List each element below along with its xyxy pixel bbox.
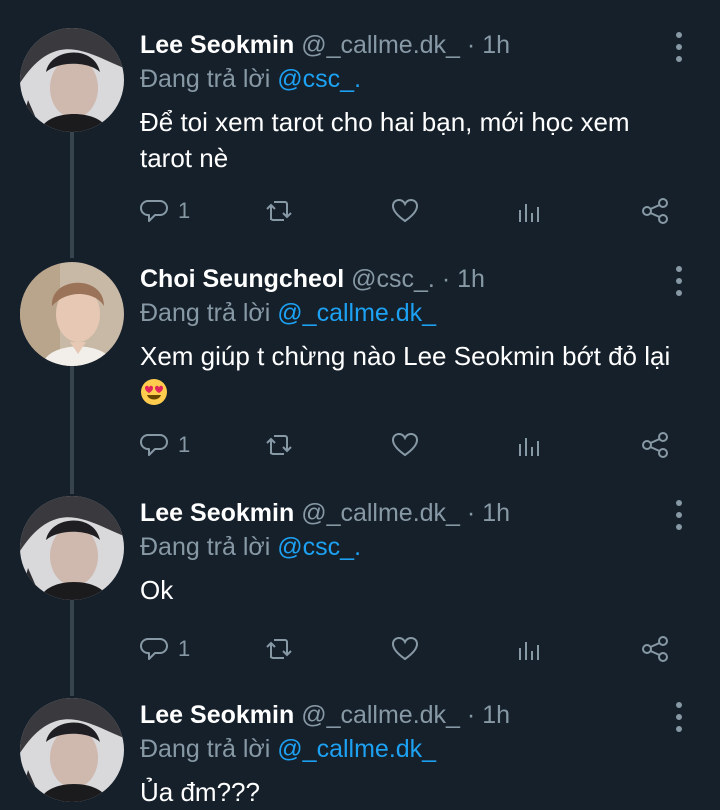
thread-line [70, 132, 74, 258]
more-options-icon[interactable] [672, 32, 686, 62]
mention-link[interactable]: @_callme.dk_ [277, 299, 436, 327]
display-name[interactable]: Lee Seokmin [140, 499, 294, 527]
thread-line [70, 366, 74, 494]
like-icon [391, 198, 419, 223]
tweet-text: Xem giúp t chừng nào Lee Seokmin bớt đỏ … [140, 338, 680, 410]
mention-link[interactable]: @_callme.dk_ [277, 735, 436, 763]
share-icon [642, 432, 668, 458]
replying-to-label: Đang trả lời [140, 735, 271, 763]
tweet-header: Lee Seokmin @_callme.dk_ · 1h [140, 30, 660, 60]
username[interactable]: @_callme.dk_ [301, 701, 460, 729]
retweet-button[interactable] [264, 632, 294, 666]
username[interactable]: @csc_. [351, 265, 435, 293]
replying-to: Đang trả lời @csc_. [140, 64, 361, 94]
analytics-icon [519, 204, 539, 222]
analytics-button[interactable] [515, 428, 545, 462]
more-options-icon[interactable] [672, 702, 686, 732]
retweet-button[interactable] [264, 428, 294, 462]
replying-to-label: Đang trả lời [140, 533, 271, 561]
display-name[interactable]: Lee Seokmin [140, 701, 294, 729]
replying-to: Đang trả lời @_callme.dk_ [140, 734, 436, 764]
heart-eyes-emoji-icon [141, 379, 167, 405]
username[interactable]: @_callme.dk_ [301, 31, 460, 59]
share-icon [642, 198, 668, 224]
retweet-icon [266, 639, 292, 659]
tweet-header: Choi Seungcheol @csc_. · 1h [140, 264, 660, 294]
analytics-icon [519, 438, 539, 456]
analytics-icon [519, 642, 539, 660]
tweet-header: Lee Seokmin @_callme.dk_ · 1h [140, 700, 660, 730]
reply-button[interactable]: 1 [140, 194, 190, 228]
replying-to: Đang trả lời @_callme.dk_ [140, 298, 436, 328]
tweet-text: Ok [140, 575, 174, 605]
action-bar: 1 [140, 194, 680, 228]
retweet-icon [266, 201, 292, 221]
avatar[interactable] [20, 496, 124, 600]
reply-count: 1 [178, 636, 191, 661]
separator-dot: · [466, 499, 476, 527]
reply-count: 1 [178, 432, 191, 457]
retweet-button[interactable] [264, 194, 294, 228]
reply-icon [140, 638, 168, 660]
replying-to-label: Đang trả lời [140, 65, 271, 93]
reply-icon [140, 434, 168, 456]
timestamp[interactable]: 1h [482, 31, 510, 59]
timestamp[interactable]: 1h [482, 499, 510, 527]
replying-to: Đang trả lời @csc_. [140, 532, 361, 562]
like-button[interactable] [390, 632, 420, 666]
tweet-header: Lee Seokmin @_callme.dk_ · 1h [140, 498, 660, 528]
reply-button[interactable]: 1 [140, 428, 190, 462]
display-name[interactable]: Lee Seokmin [140, 31, 294, 59]
share-button[interactable] [640, 194, 670, 228]
mention-link[interactable]: @csc_. [277, 533, 361, 561]
avatar[interactable] [20, 698, 124, 802]
tweet-text: Để toi xem tarot cho hai bạn, mới học xe… [140, 107, 630, 173]
analytics-button[interactable] [515, 194, 545, 228]
timestamp[interactable]: 1h [482, 701, 510, 729]
avatar[interactable] [20, 28, 124, 132]
like-icon [391, 636, 419, 661]
more-options-icon[interactable] [672, 266, 686, 296]
avatar[interactable] [20, 262, 124, 366]
reply-count: 1 [178, 198, 191, 223]
action-bar: 1 [140, 632, 680, 666]
tweet-text-content: Xem giúp t chừng nào Lee Seokmin bớt đỏ … [140, 341, 671, 371]
like-button[interactable] [390, 428, 420, 462]
more-options-icon[interactable] [672, 500, 686, 530]
separator-dot: · [441, 265, 451, 293]
action-bar: 1 [140, 428, 680, 462]
username[interactable]: @_callme.dk_ [301, 499, 460, 527]
replying-to-label: Đang trả lời [140, 299, 271, 327]
separator-dot: · [466, 31, 476, 59]
share-icon [642, 636, 668, 662]
display-name[interactable]: Choi Seungcheol [140, 265, 344, 293]
like-icon [391, 432, 419, 457]
reply-icon [140, 200, 168, 222]
separator-dot: · [466, 701, 476, 729]
analytics-button[interactable] [515, 632, 545, 666]
timestamp[interactable]: 1h [457, 265, 485, 293]
share-button[interactable] [640, 632, 670, 666]
share-button[interactable] [640, 428, 670, 462]
tweet-text: Ủa đm??? [140, 777, 260, 807]
retweet-icon [266, 435, 292, 455]
thread-line [70, 600, 74, 696]
reply-button[interactable]: 1 [140, 632, 190, 666]
like-button[interactable] [390, 194, 420, 228]
mention-link[interactable]: @csc_. [277, 65, 361, 93]
